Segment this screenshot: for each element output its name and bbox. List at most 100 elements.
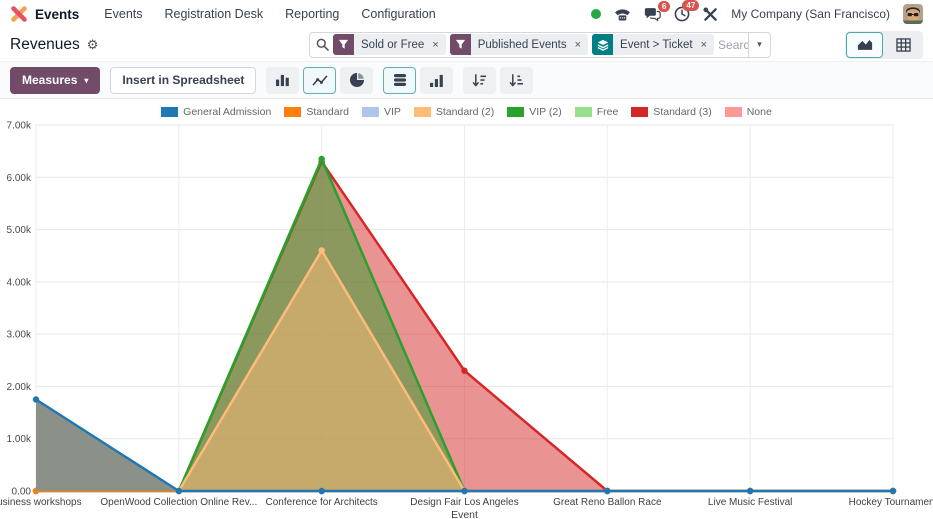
filter-icon <box>450 34 471 55</box>
search-options-toggle[interactable]: ▾ <box>748 33 770 57</box>
legend-item[interactable]: VIP <box>362 106 401 118</box>
control-panel: Revenues ⚙ Sold or Free×Published Events… <box>0 28 933 61</box>
legend-item[interactable]: Standard (3) <box>631 106 711 118</box>
line-chart-button[interactable] <box>303 67 336 94</box>
revenue-chart: 0.00 1.00k 2.00k 3.00k 4.00k 5.00k 6.00k 7.00k B… <box>0 99 933 519</box>
debug-tools-icon[interactable] <box>703 7 718 22</box>
svg-text:7.00k: 7.00k <box>7 121 32 132</box>
sort-ascending-icon <box>509 74 524 87</box>
view-settings-gear-icon[interactable]: ⚙ <box>87 37 99 53</box>
search-facet: Sold or Free× <box>333 34 446 55</box>
page-title: Revenues <box>10 36 80 54</box>
facet-label: Sold or Free <box>354 34 431 55</box>
chevron-down-icon: ▾ <box>84 76 88 85</box>
legend-swatch <box>631 107 648 117</box>
chart-legend: General Admission Standard VIP Standard (2)… <box>0 106 933 118</box>
measures-button[interactable]: Measures▾ <box>10 67 100 94</box>
top-navbar: Events EventsRegistration DeskReportingC… <box>0 0 933 28</box>
svg-text:4.00k: 4.00k <box>7 277 32 288</box>
cumulative-toggle-button[interactable] <box>420 67 453 94</box>
app-menubar: EventsRegistration DeskReportingConfigur… <box>93 0 446 28</box>
facet-remove-icon[interactable]: × <box>431 34 445 55</box>
svg-text:Conference for Architects: Conference for Architects <box>266 497 378 508</box>
stacked-toggle-button[interactable] <box>383 67 416 94</box>
bar-chart-button[interactable] <box>266 67 299 94</box>
line-chart-icon <box>312 74 328 87</box>
legend-swatch <box>161 107 178 117</box>
legend-item[interactable]: None <box>725 106 772 118</box>
pie-chart-button[interactable] <box>340 67 373 94</box>
insert-in-spreadsheet-button[interactable]: Insert in Spreadsheet <box>110 67 256 94</box>
graph-view-button[interactable] <box>846 32 883 58</box>
legend-swatch <box>362 107 379 117</box>
search-facet: Event > Ticket× <box>592 34 714 55</box>
facet-label: Published Events <box>471 34 574 55</box>
activities-clock-icon[interactable]: 47 <box>674 6 690 22</box>
activities-badge: 47 <box>682 0 699 11</box>
legend-item[interactable]: General Admission <box>161 106 271 118</box>
user-avatar[interactable] <box>903 4 923 24</box>
cumulative-icon <box>429 74 444 87</box>
bar-chart-icon <box>275 74 290 87</box>
menu-item-configuration[interactable]: Configuration <box>350 0 446 28</box>
group-by-icon <box>592 34 613 55</box>
legend-label: Standard (2) <box>436 106 494 118</box>
svg-text:Hockey Tournament: Hockey Tournament <box>849 497 933 508</box>
graph-toolbar: Measures▾ Insert in Spreadsheet <box>0 61 933 99</box>
online-status-icon[interactable] <box>591 9 601 19</box>
pivot-view-button[interactable] <box>885 32 922 58</box>
menu-item-events[interactable]: Events <box>93 0 153 28</box>
chart-area: General Admission Standard VIP Standard (2)… <box>0 99 933 519</box>
sort-ascending-button[interactable] <box>500 67 533 94</box>
svg-text:0.00: 0.00 <box>12 487 32 498</box>
systray: 6 47 My Company (San Francisco) <box>591 4 923 24</box>
odoo-apps-logo-icon[interactable] <box>10 5 28 23</box>
messages-badge: 6 <box>658 1 670 12</box>
view-switcher <box>845 31 923 59</box>
svg-text:Great Reno Ballon Race: Great Reno Ballon Race <box>553 497 662 508</box>
svg-text:Business workshops: Business workshops <box>0 497 82 508</box>
legend-swatch <box>414 107 431 117</box>
facet-remove-icon[interactable]: × <box>574 34 588 55</box>
legend-item[interactable]: VIP (2) <box>507 106 561 118</box>
facet-remove-icon[interactable]: × <box>700 34 714 55</box>
filter-icon <box>333 34 354 55</box>
svg-text:5.00k: 5.00k <box>7 225 32 236</box>
legend-label: Standard (3) <box>653 106 711 118</box>
sort-descending-icon <box>472 74 487 87</box>
legend-label: General Admission <box>183 106 271 118</box>
svg-text:6.00k: 6.00k <box>7 173 32 184</box>
svg-text:1.00k: 1.00k <box>7 434 32 445</box>
pie-chart-icon <box>350 73 364 87</box>
legend-item[interactable]: Standard <box>284 106 349 118</box>
menu-item-registration-desk[interactable]: Registration Desk <box>154 0 275 28</box>
svg-text:3.00k: 3.00k <box>7 330 32 341</box>
legend-item[interactable]: Free <box>575 106 619 118</box>
legend-swatch <box>284 107 301 117</box>
stacked-icon <box>393 73 407 87</box>
svg-text:Live Music Festival: Live Music Festival <box>708 497 792 508</box>
app-name[interactable]: Events <box>35 7 79 22</box>
menu-item-reporting[interactable]: Reporting <box>274 0 350 28</box>
svg-text:OpenWood Collection Online Rev: OpenWood Collection Online Rev... <box>100 497 257 508</box>
voip-phone-icon[interactable] <box>614 7 631 22</box>
legend-label: Free <box>597 106 619 118</box>
company-name[interactable]: My Company (San Francisco) <box>731 7 890 21</box>
svg-text:2.00k: 2.00k <box>7 382 32 393</box>
legend-swatch <box>507 107 524 117</box>
svg-text:Design Fair Los Angeles: Design Fair Los Angeles <box>410 497 518 508</box>
search-input[interactable] <box>718 38 748 52</box>
search-bar: Sold or Free×Published Events×Event > Ti… <box>309 32 771 58</box>
legend-label: None <box>747 106 772 118</box>
legend-label: Standard <box>306 106 349 118</box>
legend-swatch <box>575 107 592 117</box>
search-facet: Published Events× <box>450 34 588 55</box>
legend-swatch <box>725 107 742 117</box>
messages-icon[interactable]: 6 <box>644 7 661 22</box>
svg-text:Event: Event <box>451 509 478 519</box>
search-icon <box>316 38 329 51</box>
facet-label: Event > Ticket <box>613 34 700 55</box>
sort-descending-button[interactable] <box>463 67 496 94</box>
legend-label: VIP (2) <box>529 106 561 118</box>
legend-item[interactable]: Standard (2) <box>414 106 494 118</box>
